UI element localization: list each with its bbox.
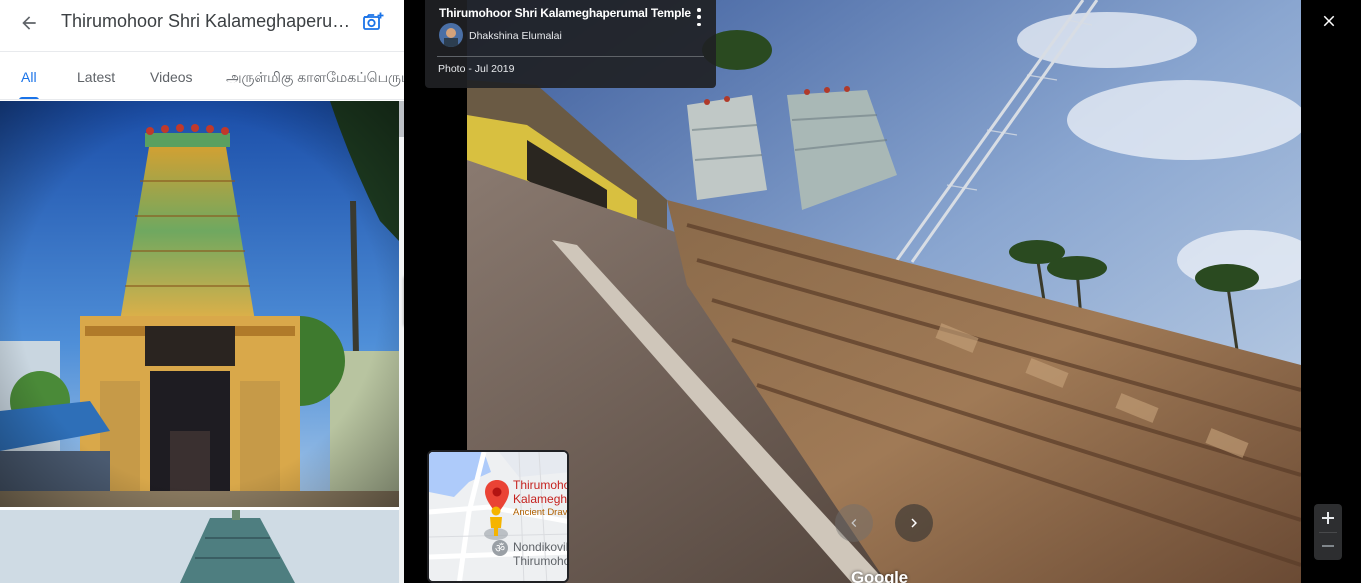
map-place-name: Thirumohoor Shri xyxy=(513,478,567,492)
mini-map[interactable]: Thirumohoor Shri Kalameghaperumal Temple… xyxy=(427,450,569,583)
map-place-name-2: Kalameghaperumal Temple xyxy=(513,492,568,506)
tab-tamil-name[interactable]: அருள்மிகு காளமேகப்பெருமாள் திருக்கோயில் xyxy=(226,52,404,99)
minus-icon xyxy=(1322,545,1334,547)
panel-header: Thirumohoor Shri Kalameghaperumal Temple xyxy=(0,0,404,52)
previous-photo-button[interactable] xyxy=(835,504,873,542)
author-avatar[interactable] xyxy=(439,23,463,47)
avatar-image xyxy=(439,23,463,47)
photo-title: Thirumohoor Shri Kalameghaperumal Temple xyxy=(439,6,691,20)
photo-thumbnail[interactable] xyxy=(0,101,399,507)
maps-photo-viewer: Thirumohoor Shri Kalameghaperumal Temple… xyxy=(0,0,1361,583)
nearby-place-name: Nondikovil xyxy=(513,540,569,554)
tab-latest[interactable]: Latest xyxy=(77,52,115,99)
divider xyxy=(437,56,704,57)
add-photo-button[interactable] xyxy=(358,7,388,37)
dot xyxy=(697,22,701,26)
plus-icon xyxy=(1322,512,1334,524)
next-photo-button[interactable] xyxy=(895,504,933,542)
place-title: Thirumohoor Shri Kalameghaperumal Temple xyxy=(61,11,351,31)
close-icon xyxy=(1323,15,1335,27)
photo-info-card: Thirumohoor Shri Kalameghaperumal Temple… xyxy=(425,0,716,88)
arrow-back-icon xyxy=(22,16,36,30)
chevron-left-icon xyxy=(851,519,857,527)
close-viewer-button[interactable] xyxy=(1316,8,1342,34)
gopuram-photo xyxy=(0,510,399,583)
tab-videos[interactable]: Videos xyxy=(150,52,193,99)
photos-side-panel: Thirumohoor Shri Kalameghaperumal Temple… xyxy=(0,0,404,583)
photo-date: Photo - Jul 2019 xyxy=(438,63,515,75)
google-watermark: Google xyxy=(851,568,908,583)
more-vert-icon xyxy=(697,8,701,12)
map-place-category: Ancient Dravidian temple xyxy=(513,507,568,518)
nearby-place-name-2: Thirumohoor xyxy=(513,554,567,568)
svg-text:ॐ: ॐ xyxy=(495,542,505,555)
back-button[interactable] xyxy=(14,8,44,38)
zoom-out-button[interactable] xyxy=(1314,532,1342,560)
photo-category-tabs: All Latest Videos அருள்மிகு காளமேகப்பெரு… xyxy=(0,52,404,100)
gopuram-photo xyxy=(0,101,399,507)
more-options-button[interactable] xyxy=(693,8,705,26)
dot xyxy=(697,15,701,19)
tab-all[interactable]: All xyxy=(19,52,39,99)
photo-thumbnail[interactable] xyxy=(0,510,399,583)
author-name-link[interactable]: Dhakshina Elumalai xyxy=(469,30,562,42)
street-view-pegman-icon xyxy=(484,506,508,540)
photo-viewer: Thirumohoor Shri Kalameghaperumal Temple… xyxy=(404,0,1361,583)
zoom-in-button[interactable] xyxy=(1314,504,1342,532)
add-photo-camera-icon xyxy=(363,12,384,30)
hindu-temple-icon: ॐ xyxy=(492,540,508,556)
chevron-right-icon xyxy=(911,518,917,528)
zoom-controls xyxy=(1314,504,1342,560)
